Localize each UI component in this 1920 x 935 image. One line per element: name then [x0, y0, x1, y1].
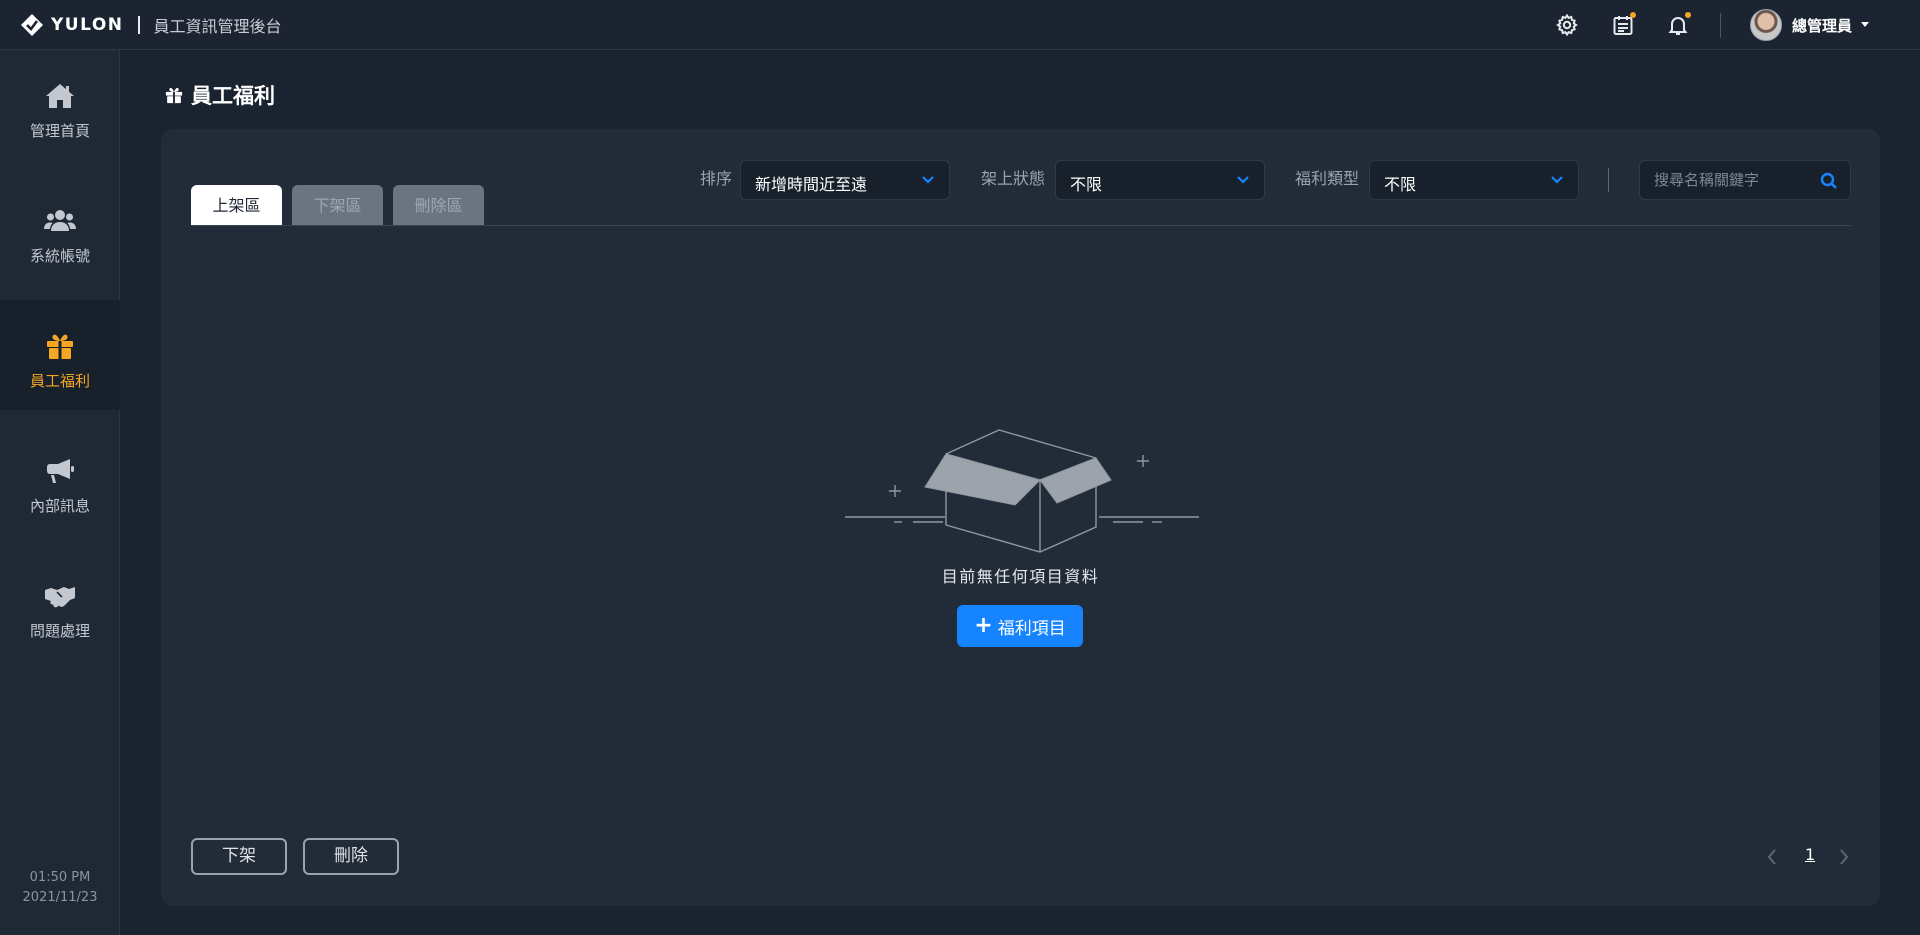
filter-divider	[1608, 168, 1609, 192]
type-label: 福利類型	[1295, 169, 1360, 188]
chevron-left-icon[interactable]	[1765, 846, 1779, 868]
tab-deleted[interactable]: 刪除區	[393, 185, 484, 226]
chevron-right-icon[interactable]	[1837, 846, 1851, 868]
brand-name: YULON	[51, 15, 124, 35]
sidebar-item-messages[interactable]: 內部訊息	[0, 425, 120, 535]
clock: 01:50 PM 2021/11/23	[0, 868, 120, 908]
sidebar-item-label: 內部訊息	[29, 497, 90, 515]
tabs-divider	[191, 225, 1851, 226]
sort-select[interactable]: 新增時間近至遠	[740, 160, 950, 200]
brand-separator	[137, 16, 140, 34]
sidebar-item-issues[interactable]: 問題處理	[0, 550, 120, 660]
brand-logo[interactable]: YULON 員工資訊管理後台	[20, 13, 282, 37]
search-input[interactable]	[1654, 170, 1804, 190]
empty-message: 目前無任何項目資料	[941, 567, 1100, 586]
sort-select-value: 新增時間近至遠	[755, 175, 868, 194]
search-icon[interactable]	[1820, 172, 1838, 190]
header-divider	[1720, 13, 1721, 38]
clock-date: 2021/11/23	[22, 890, 98, 905]
type-select[interactable]: 不限	[1369, 160, 1579, 200]
sidebar-item-home[interactable]: 管理首頁	[0, 50, 120, 160]
add-benefit-button[interactable]: + 福利項目	[957, 605, 1083, 647]
calendar-icon[interactable]	[1611, 12, 1636, 37]
search-box[interactable]	[1639, 160, 1851, 200]
home-icon	[44, 80, 76, 112]
delete-button[interactable]: 刪除	[303, 838, 399, 875]
chevron-down-icon	[922, 176, 934, 184]
tab-published[interactable]: 上架區	[191, 185, 282, 226]
content-card: 上架區 下架區 刪除區 排序 新增時間近至遠 架上狀態 不限 福利類型 不限 搜…	[161, 129, 1880, 906]
chevron-down-icon	[1237, 176, 1249, 184]
sidebar: 管理首頁 系統帳號 員工福利 內部訊息 問題處理 01:50 PM 2021/1…	[0, 50, 120, 935]
sidebar-item-label: 問題處理	[29, 622, 90, 640]
sidebar-item-label: 系統帳號	[29, 247, 90, 265]
sidebar-item-benefits[interactable]: 員工福利	[0, 300, 120, 410]
chevron-down-icon	[1551, 176, 1563, 184]
caret-down-icon[interactable]	[1861, 22, 1869, 27]
status-select-value: 不限	[1070, 175, 1103, 194]
bell-notification-dot	[1685, 12, 1691, 18]
tab-unpublished[interactable]: 下架區	[292, 185, 383, 226]
page-title: 員工福利	[191, 84, 275, 108]
users-icon	[44, 205, 76, 237]
calendar-notification-dot	[1630, 12, 1636, 18]
sidebar-item-label: 員工福利	[29, 372, 90, 390]
top-bar: YULON 員工資訊管理後台 總管理員	[0, 0, 1920, 50]
empty-box-illustration	[845, 429, 1199, 553]
type-select-value: 不限	[1384, 175, 1417, 194]
status-label: 架上狀態	[981, 169, 1046, 188]
gift-icon	[165, 87, 183, 104]
app-title: 員工資訊管理後台	[153, 17, 282, 36]
page-header: 員工福利	[164, 80, 275, 110]
megaphone-icon	[44, 455, 76, 487]
status-select[interactable]: 不限	[1055, 160, 1265, 200]
plus-icon: +	[974, 613, 993, 638]
logo-mark-icon	[21, 14, 43, 36]
gear-icon[interactable]	[1555, 13, 1579, 37]
unpublish-button[interactable]: 下架	[191, 838, 287, 875]
bell-icon[interactable]	[1666, 12, 1691, 37]
add-benefit-label: 福利項目	[997, 618, 1066, 639]
page-number[interactable]: 1	[1805, 845, 1815, 864]
gift-icon	[44, 330, 76, 362]
user-name[interactable]: 總管理員	[1792, 15, 1852, 36]
sidebar-item-label: 管理首頁	[29, 122, 90, 140]
avatar[interactable]	[1750, 9, 1782, 41]
sort-label: 排序	[700, 169, 733, 188]
handshake-icon	[44, 580, 76, 612]
sidebar-item-accounts[interactable]: 系統帳號	[0, 175, 120, 285]
clock-time: 01:50 PM	[29, 870, 91, 885]
